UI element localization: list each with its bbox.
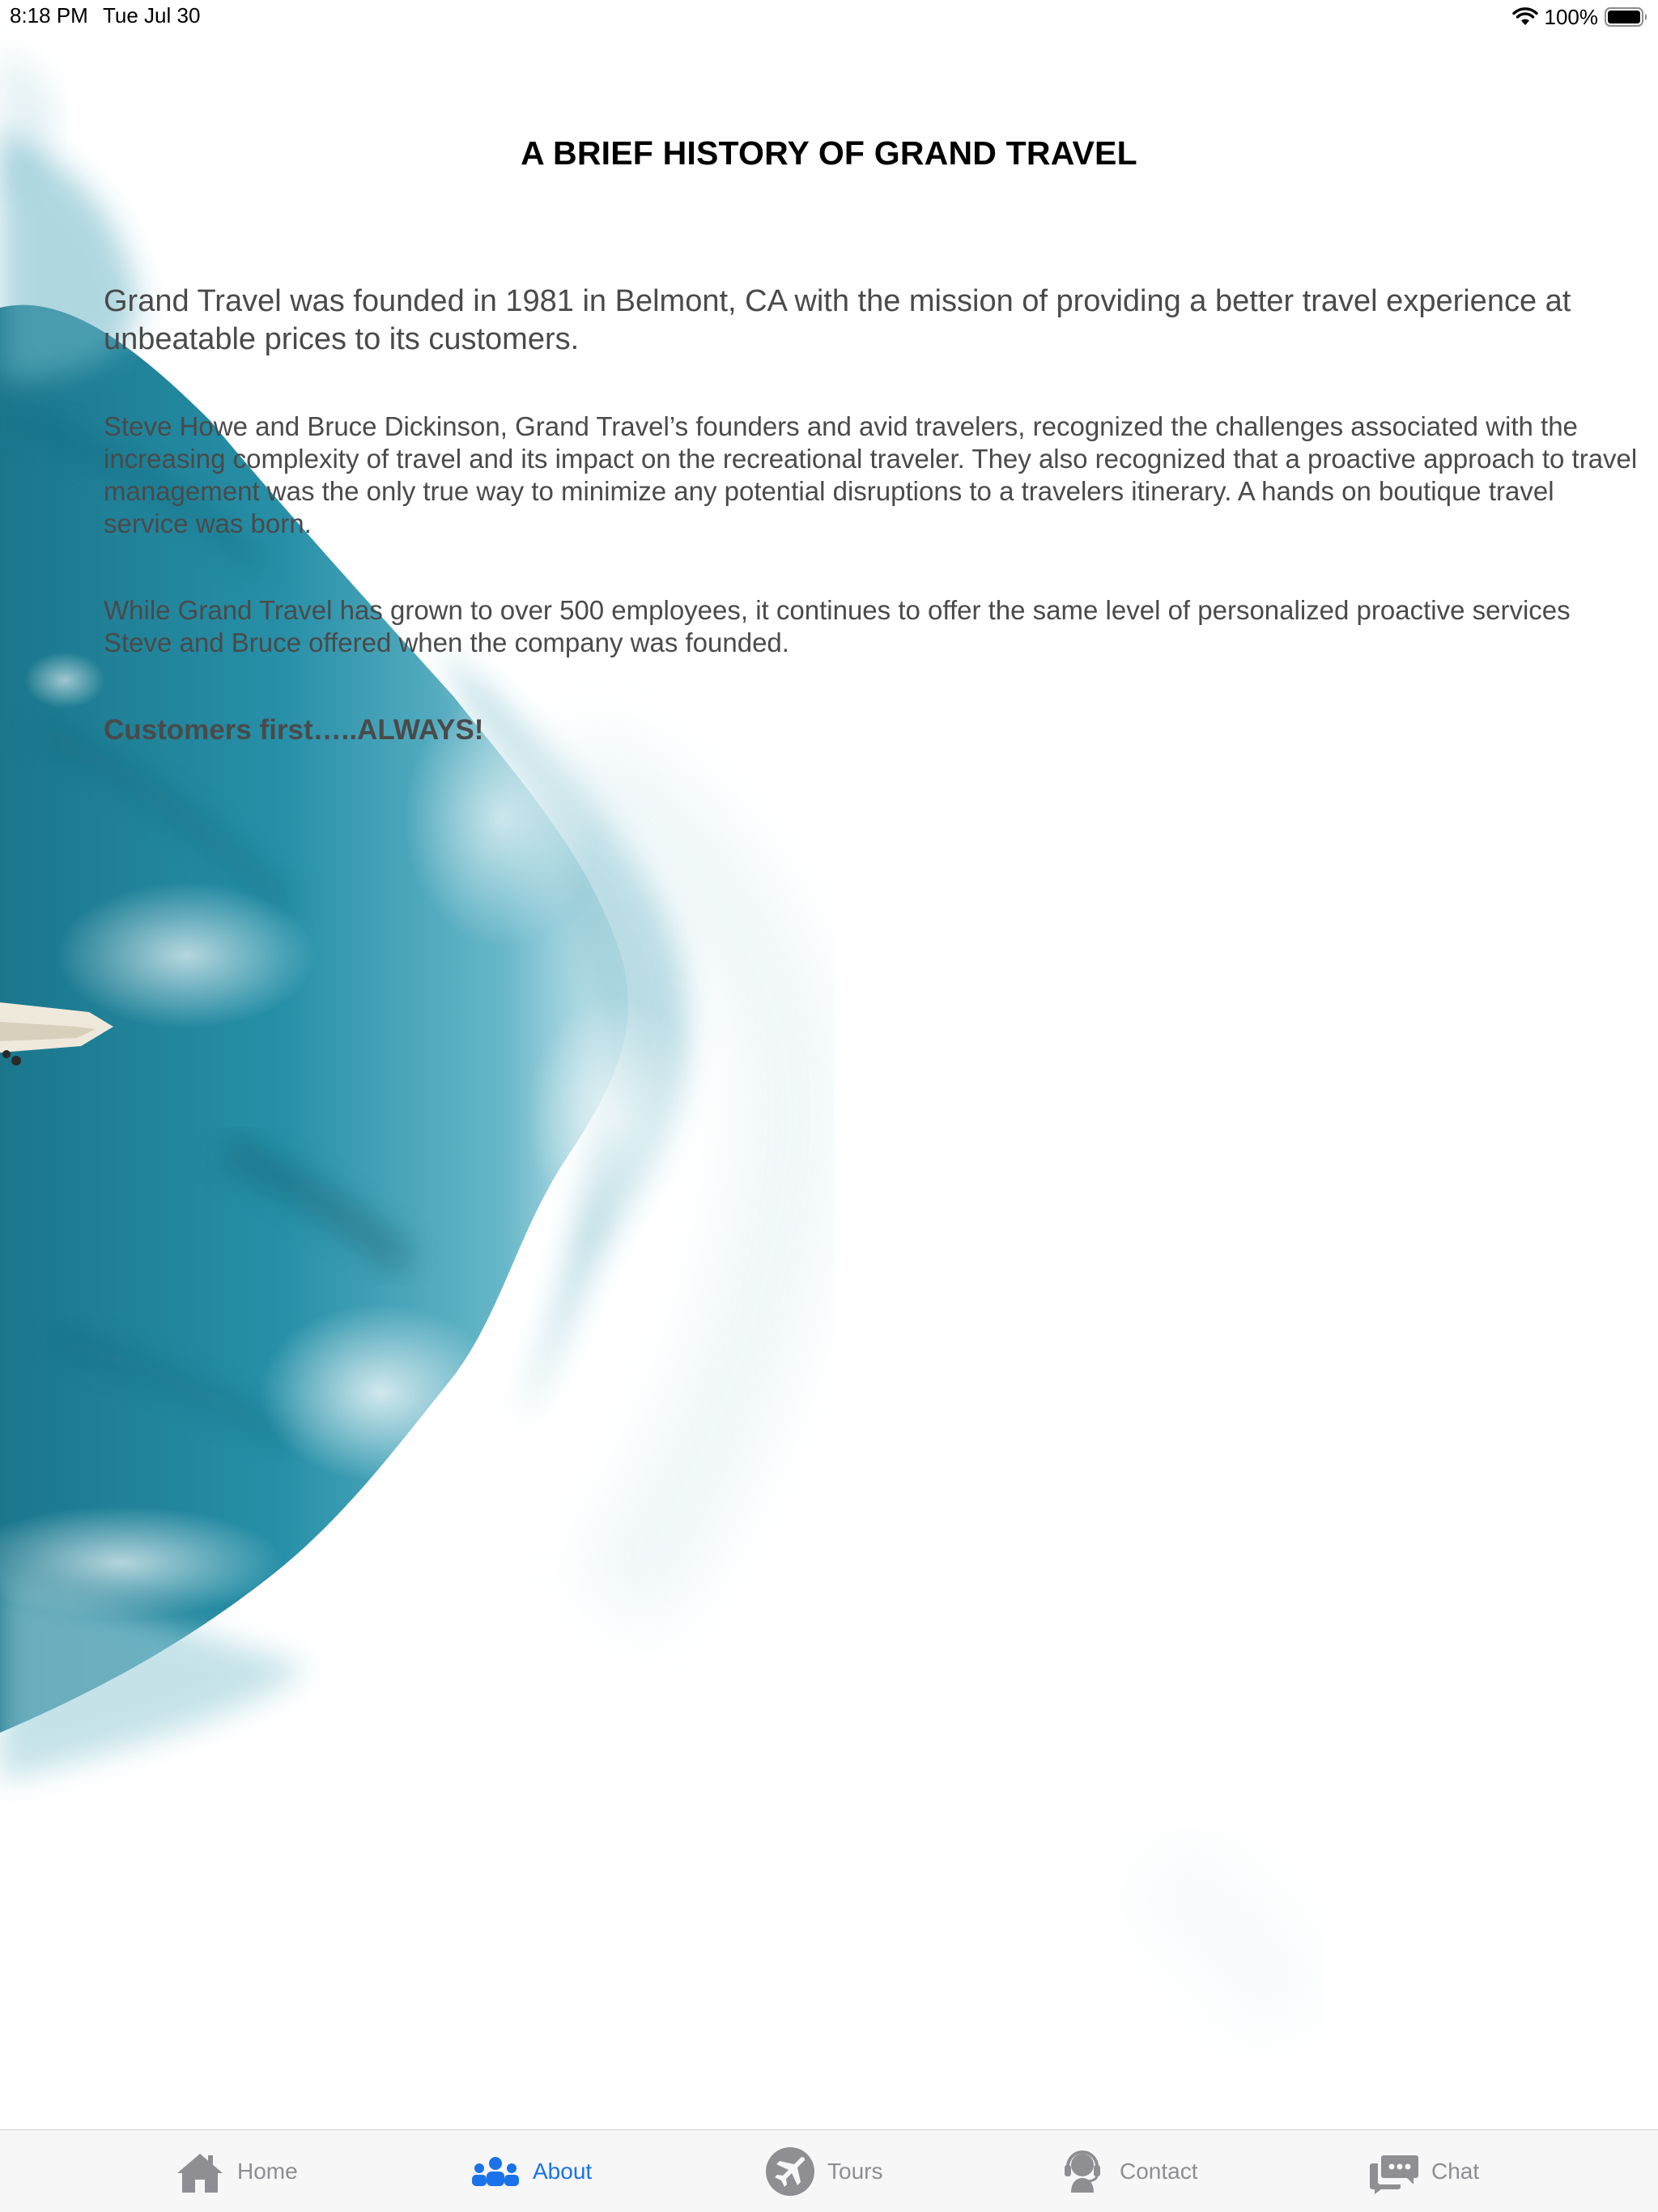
tagline: Customers first…..ALWAYS! (104, 714, 484, 746)
tab-home-label: Home (237, 2159, 298, 2184)
founders-paragraph: Steve Howe and Bruce Dickinson, Grand Tr… (104, 411, 1638, 538)
status-indicators: 100% (1511, 3, 1649, 31)
battery-percentage: 100% (1544, 4, 1599, 29)
tab-about[interactable]: About (470, 2130, 592, 2212)
battery-icon (1605, 7, 1647, 27)
headset-icon (1065, 2150, 1100, 2193)
chat-bubbles-icon (1370, 2155, 1418, 2194)
people-icon (472, 2157, 519, 2186)
tab-bar: Home About Tours Contact Chat (0, 2129, 1658, 2212)
airplane-icon (766, 2147, 814, 2196)
lead-paragraph: Grand Travel was founded in 1981 in Belm… (104, 284, 1571, 356)
status-bar: 8:18 PM Tue Jul 30 100% (0, 0, 1658, 32)
screen: 8:18 PM Tue Jul 30 100% A BRIEF HISTORY … (0, 0, 1658, 2212)
boat-graphic (0, 1002, 113, 1066)
tab-contact-label: Contact (1120, 2159, 1198, 2184)
status-time: 8:18 PM (10, 3, 88, 28)
tab-home[interactable]: Home (174, 2130, 298, 2212)
tab-contact[interactable]: Contact (1056, 2130, 1198, 2212)
tab-tours-label: Tours (827, 2159, 883, 2184)
growth-paragraph: While Grand Travel has grown to over 500… (104, 595, 1571, 657)
tab-chat[interactable]: Chat (1368, 2130, 1479, 2212)
wifi-icon (1511, 7, 1538, 25)
page-title: A BRIEF HISTORY OF GRAND TRAVEL (521, 134, 1137, 172)
status-date: Tue Jul 30 (103, 3, 201, 28)
home-icon (177, 2154, 223, 2193)
tab-tours[interactable]: Tours (764, 2130, 882, 2212)
tab-chat-label: Chat (1431, 2159, 1480, 2184)
tab-about-label: About (533, 2159, 593, 2184)
